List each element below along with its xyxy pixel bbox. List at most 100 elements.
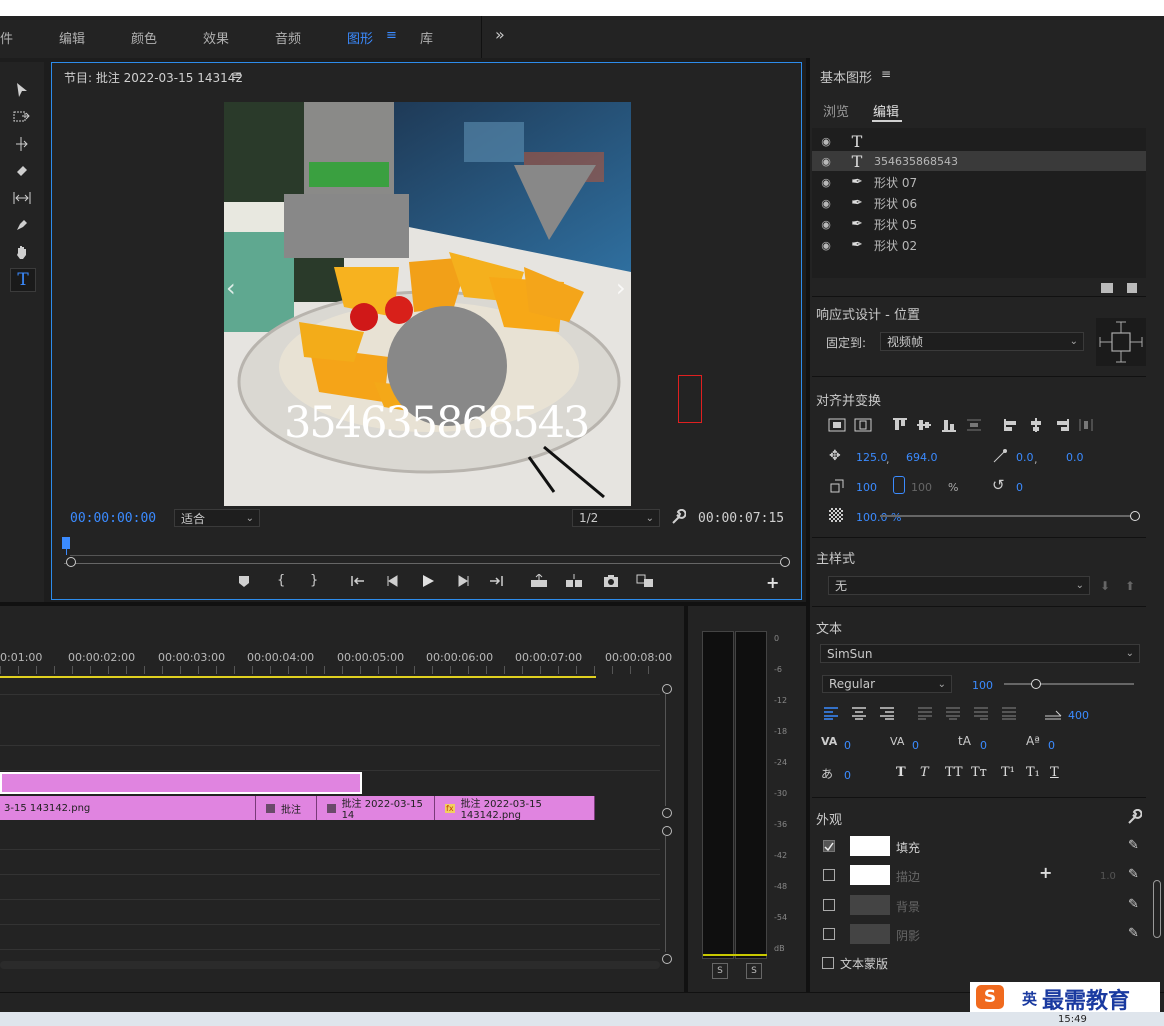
subscript-button[interactable]: T₁ — [1026, 765, 1040, 780]
go-to-in-icon[interactable] — [350, 574, 366, 591]
comparison-view-icon[interactable] — [636, 574, 654, 591]
export-frame-camera-icon[interactable] — [603, 574, 619, 591]
background-color-swatch[interactable] — [850, 895, 890, 915]
ripple-edit-tool-icon[interactable] — [10, 133, 34, 155]
distribute-vertical-icon[interactable] — [966, 418, 982, 435]
workspace-tab-audio[interactable]: 音频 — [275, 28, 301, 47]
tab-browse[interactable]: 浏览 — [823, 101, 849, 120]
leading-value[interactable]: 0 — [980, 739, 987, 752]
shadow-checkbox[interactable] — [823, 928, 835, 940]
vertical-scroll-track[interactable] — [665, 694, 666, 806]
timeline-clip[interactable]: 批注 — [256, 796, 317, 820]
position-x-value[interactable]: 125.0 — [856, 451, 888, 464]
align-left-icon[interactable] — [1004, 418, 1020, 435]
zoom-handle-left[interactable] — [66, 557, 76, 567]
faux-bold-button[interactable]: T — [896, 765, 906, 780]
link-scale-icon[interactable] — [893, 476, 905, 494]
play-icon[interactable] — [421, 574, 435, 591]
opacity-slider-track[interactable] — [880, 515, 1132, 517]
panel-scrollbar[interactable] — [1153, 880, 1161, 938]
new-group-folder-icon[interactable] — [1101, 283, 1113, 293]
type-tool-icon[interactable]: T — [10, 268, 36, 292]
align-text-left-icon[interactable] — [823, 706, 839, 723]
timeline-ruler-ticks[interactable] — [0, 666, 660, 674]
align-vertical-center-icon[interactable] — [828, 418, 846, 435]
program-monitor-title[interactable]: 节目: 批注 2022-03-15 143142 — [64, 69, 243, 86]
align-text-right-icon[interactable] — [879, 706, 895, 723]
pin-to-select[interactable]: 视频帧 ⌄ — [880, 332, 1084, 351]
tracking-value[interactable]: 0 — [912, 739, 919, 752]
position-y-value[interactable]: 694.0 — [906, 451, 938, 464]
step-back-icon[interactable] — [386, 575, 400, 590]
text-mask-checkbox[interactable] — [822, 957, 834, 969]
layer-row[interactable]: ◉ ✒ 形状 06 — [812, 193, 1146, 213]
add-button-icon[interactable]: + — [766, 573, 779, 592]
font-size-value[interactable]: 100 — [972, 679, 993, 692]
eye-icon[interactable]: ◉ — [812, 239, 840, 252]
essential-graphics-title[interactable]: 基本图形 — [820, 67, 872, 86]
push-style-up-icon[interactable]: ⬆ — [1125, 579, 1135, 593]
tsume-value[interactable]: 0 — [844, 769, 851, 782]
workspace-more-button[interactable]: » — [495, 25, 505, 44]
stroke-width-value[interactable]: 1.0 — [1100, 871, 1116, 882]
superscript-button[interactable]: T¹ — [1001, 765, 1015, 780]
scale-value[interactable]: 100 — [856, 481, 877, 494]
eyedropper-icon[interactable]: ✎ — [1128, 838, 1139, 853]
layer-row[interactable]: ◉ ✒ 形状 02 — [812, 235, 1146, 255]
align-top-icon[interactable] — [892, 418, 908, 435]
vertical-zoom-handle[interactable] — [662, 684, 672, 694]
program-monitor-menu-icon[interactable]: ≡ — [232, 68, 242, 82]
tab-edit[interactable]: 编辑 — [873, 101, 899, 120]
work-area-bar[interactable] — [0, 676, 596, 678]
pen-tool-icon[interactable] — [10, 214, 34, 236]
mark-out-icon[interactable]: } — [310, 573, 318, 588]
justify-all-icon[interactable] — [1001, 706, 1017, 723]
workspace-tab-effects[interactable]: 效果 — [203, 28, 229, 47]
opacity-slider-handle[interactable] — [1130, 511, 1140, 521]
background-checkbox[interactable] — [823, 899, 835, 911]
eye-icon[interactable]: ◉ — [812, 155, 840, 168]
align-right-icon[interactable] — [1053, 418, 1069, 435]
timeline-clip[interactable]: 批注 2022-03-15 14 — [317, 796, 435, 821]
eyedropper-icon[interactable]: ✎ — [1128, 867, 1139, 882]
track-select-tool-icon[interactable] — [10, 106, 34, 128]
master-style-select[interactable]: 无 ⌄ — [828, 576, 1090, 595]
video-frame[interactable]: 354635868543 ‹ › — [224, 102, 631, 506]
kerning-value[interactable]: 0 — [844, 739, 851, 752]
workspace-tab-color[interactable]: 颜色 — [131, 28, 157, 47]
zoom-select[interactable]: 适合 ⌄ — [174, 509, 260, 527]
eye-icon[interactable]: ◉ — [812, 176, 840, 189]
razor-tool-icon[interactable] — [10, 160, 34, 182]
lift-icon[interactable] — [530, 573, 548, 591]
mark-in-icon[interactable]: { — [277, 573, 285, 588]
eye-icon[interactable]: ◉ — [812, 197, 840, 210]
next-frame-arrow-icon[interactable]: › — [616, 274, 626, 302]
appearance-wrench-icon[interactable] — [1126, 808, 1143, 828]
all-caps-button[interactable]: TT — [945, 765, 963, 780]
layer-row[interactable]: ◉ T — [812, 131, 1146, 151]
workspace-tab-libraries[interactable]: 库 — [420, 28, 433, 47]
playhead-marker[interactable] — [62, 537, 70, 549]
workspace-menu-icon[interactable]: ≡ — [386, 28, 397, 43]
eye-icon[interactable]: ◉ — [812, 218, 840, 231]
add-marker-icon[interactable] — [238, 575, 250, 592]
zoom-bar[interactable] — [64, 563, 784, 564]
justify-left-icon[interactable] — [917, 706, 933, 723]
font-size-slider-handle[interactable] — [1031, 679, 1041, 689]
anchor-y-value[interactable]: 0.0 — [1066, 451, 1084, 464]
layer-row[interactable]: ◉ ✒ 形状 05 — [812, 214, 1146, 234]
font-family-select[interactable]: SimSun ⌄ — [820, 644, 1140, 663]
selection-tool-icon[interactable] — [10, 79, 34, 101]
distribute-horizontal-icon[interactable] — [1078, 418, 1094, 435]
fill-color-swatch[interactable] — [850, 836, 890, 856]
layer-row[interactable]: ◉ ✒ 形状 07 — [812, 172, 1146, 192]
essential-graphics-menu-icon[interactable]: ≡ — [881, 67, 891, 81]
align-bottom-icon[interactable] — [941, 418, 957, 435]
push-style-down-icon[interactable]: ⬇ — [1100, 579, 1110, 593]
vertical-zoom-handle[interactable] — [662, 826, 672, 836]
prev-frame-arrow-icon[interactable]: ‹ — [226, 274, 236, 302]
tab-width-value[interactable]: 400 — [1068, 709, 1089, 722]
justify-center-icon[interactable] — [945, 706, 961, 723]
workspace-tab-assembly[interactable]: 件 — [0, 28, 13, 47]
small-caps-button[interactable]: Tт — [971, 765, 987, 780]
